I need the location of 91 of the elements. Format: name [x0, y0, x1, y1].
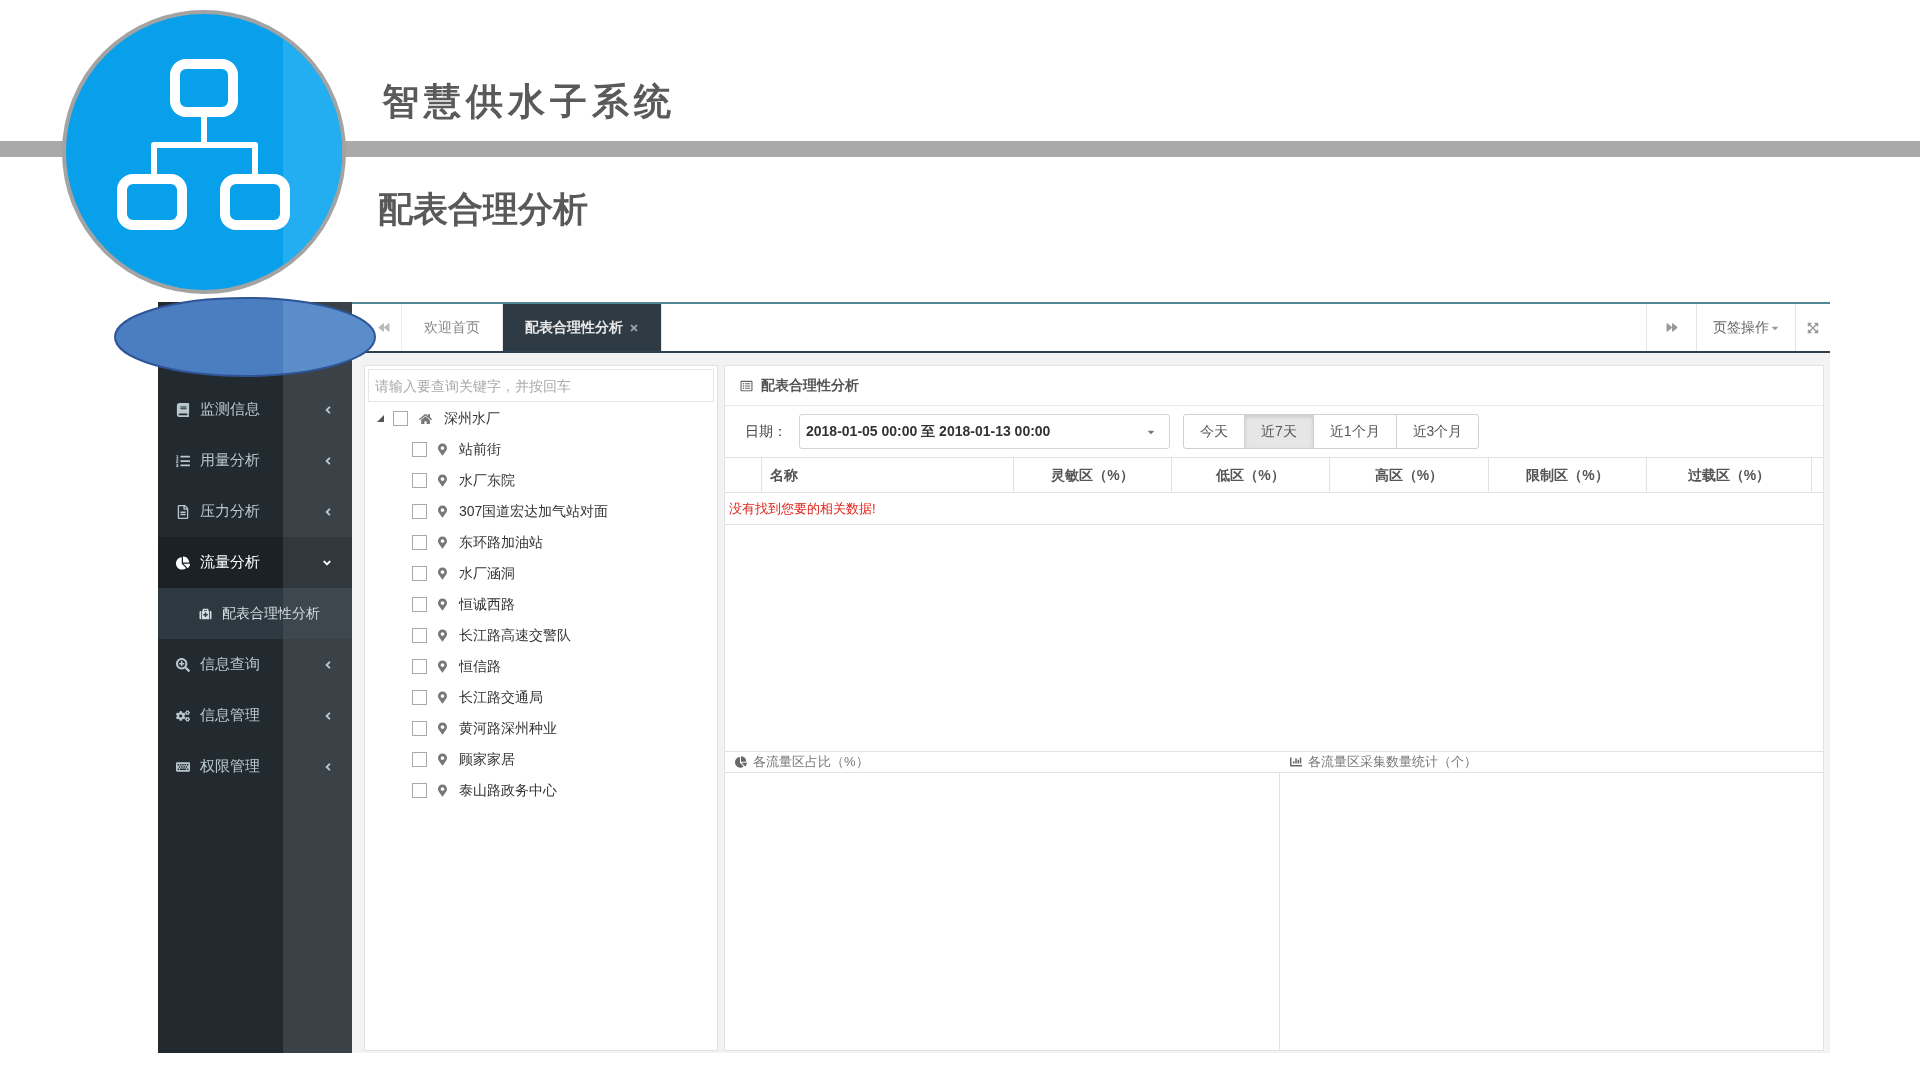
empty-message: 没有找到您要的相关数据!	[729, 499, 876, 518]
numbered-list-icon	[176, 453, 190, 468]
pin-icon	[438, 722, 447, 735]
system-title: 智慧供水子系统	[382, 83, 676, 120]
chevron-left-icon	[324, 403, 332, 416]
zoom-in-icon	[176, 657, 190, 672]
sitemap-logo-icon	[60, 8, 348, 296]
double-left-arrow-icon	[378, 322, 390, 333]
tree-item[interactable]: 深州水厂	[444, 408, 500, 429]
pie-chart-icon	[176, 555, 190, 570]
tree-item[interactable]: 恒诚西路	[459, 594, 515, 615]
chevron-left-icon	[324, 505, 332, 518]
checkbox[interactable]	[412, 504, 427, 519]
bar-chart-icon	[1290, 756, 1302, 768]
sidebar-item[interactable]: 信息查询	[158, 639, 352, 690]
pin-icon	[438, 536, 447, 549]
book-icon	[176, 402, 190, 417]
gears-icon	[176, 708, 190, 723]
sidebar-item[interactable]: 监测信息	[158, 384, 352, 435]
column-header[interactable]: 过载区（%）	[1647, 458, 1812, 492]
tree-item[interactable]: 站前街	[459, 439, 501, 460]
tree-item[interactable]: 长江路交通局	[459, 687, 543, 708]
pin-icon	[438, 753, 447, 766]
tab[interactable]: 配表合理性分析	[503, 304, 662, 351]
tree-item[interactable]: 长江路高速交警队	[459, 625, 571, 646]
pin-icon	[438, 660, 447, 673]
chevron-left-icon	[324, 760, 332, 773]
pin-icon	[438, 567, 447, 580]
column-header[interactable]: 限制区（%）	[1489, 458, 1647, 492]
tree-item[interactable]: 307国道宏达加气站对面	[459, 501, 609, 522]
checkbox[interactable]	[412, 752, 427, 767]
column-header[interactable]: 名称	[762, 458, 1014, 492]
sidebar-item[interactable]: 用量分析	[158, 435, 352, 486]
checkbox[interactable]	[412, 473, 427, 488]
checkbox[interactable]	[412, 659, 427, 674]
pie-chart-icon	[735, 756, 747, 768]
column-header[interactable]: 灵敏区（%）	[1014, 458, 1172, 492]
close-icon[interactable]	[629, 322, 639, 333]
pin-icon	[438, 598, 447, 611]
keyboard-icon	[176, 759, 190, 774]
sidebar-item[interactable]: 流量分析	[158, 537, 352, 588]
pin-icon	[438, 505, 447, 518]
medical-kit-icon	[199, 607, 212, 620]
column-header[interactable]: 低区（%）	[1172, 458, 1330, 492]
range-button[interactable]: 近7天	[1244, 414, 1314, 449]
checkbox[interactable]	[412, 597, 427, 612]
chevron-left-icon	[324, 658, 332, 671]
checkbox[interactable]	[393, 411, 408, 426]
document-icon	[176, 504, 190, 519]
range-button[interactable]: 今天	[1183, 414, 1245, 449]
checkbox[interactable]	[412, 783, 427, 798]
tree-item[interactable]: 水厂涵洞	[459, 563, 515, 584]
tree-item[interactable]: 黄河路深州种业	[459, 718, 557, 739]
tree-item[interactable]: 恒信路	[459, 656, 501, 677]
checkbox[interactable]	[412, 721, 427, 736]
list-icon	[740, 379, 753, 392]
sidebar-subitem[interactable]: 配表合理性分析	[158, 588, 352, 639]
checkbox[interactable]	[412, 628, 427, 643]
tree-item[interactable]: 泰山路政务中心	[459, 780, 557, 801]
sidebar-item[interactable]: 压力分析	[158, 486, 352, 537]
date-range-field[interactable]: 2018-01-05 00:00 至 2018-01-13 00:00	[799, 414, 1170, 449]
chevron-left-icon	[324, 454, 332, 467]
triangle-icon[interactable]	[377, 415, 384, 422]
chevron-left-icon	[324, 709, 332, 722]
checkbox[interactable]	[412, 566, 427, 581]
home-icon	[419, 412, 432, 425]
pin-icon	[438, 784, 447, 797]
search-field[interactable]: 请输入要查询关键字，并按回车	[368, 369, 714, 402]
page-heading: 配表合理分析	[378, 189, 588, 228]
expand-icon	[1807, 321, 1819, 334]
tree-item[interactable]: 东环路加油站	[459, 532, 543, 553]
checkbox[interactable]	[412, 442, 427, 457]
sidebar-item[interactable]: 信息管理	[158, 690, 352, 741]
panel-title: 配表合理性分析	[761, 376, 859, 395]
chart-title: 各流量区采集数量统计（个）	[1308, 753, 1477, 772]
pin-icon	[438, 629, 447, 642]
checkbox[interactable]	[412, 690, 427, 705]
tab-actions-dropdown[interactable]: 页签操作	[1696, 304, 1795, 351]
range-button[interactable]: 近1个月	[1312, 414, 1397, 449]
sidebar-item[interactable]: 权限管理	[158, 741, 352, 792]
pin-icon	[438, 443, 447, 456]
pin-icon	[438, 474, 447, 487]
tree-item[interactable]: 顾家家居	[459, 749, 515, 770]
double-right-arrow-icon	[1665, 322, 1678, 333]
pin-icon	[438, 691, 447, 704]
column-header[interactable]: 高区（%）	[1330, 458, 1489, 492]
tree-item[interactable]: 水厂东院	[459, 470, 515, 491]
range-button[interactable]: 近3个月	[1395, 414, 1480, 449]
checkbox[interactable]	[412, 535, 427, 550]
chart-title: 各流量区占比（%）	[753, 753, 869, 772]
date-label: 日期：	[745, 422, 787, 441]
